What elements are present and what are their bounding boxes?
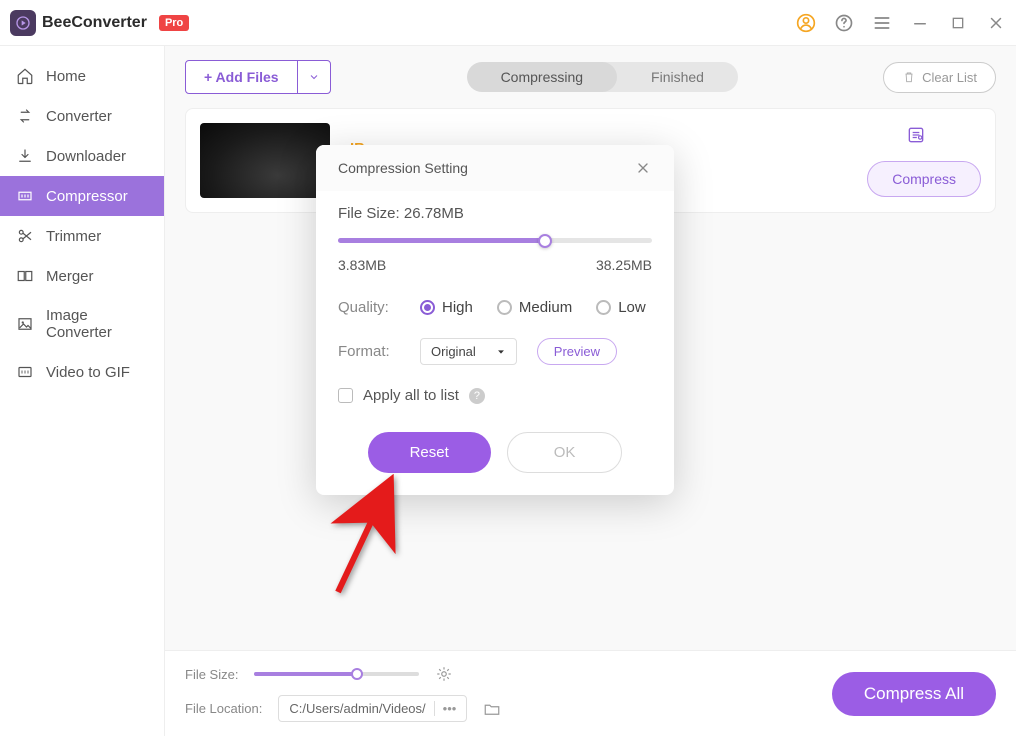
quality-low-radio[interactable]: Low <box>596 299 646 316</box>
open-folder-icon[interactable] <box>483 700 501 718</box>
add-files-label[interactable]: + Add Files <box>186 61 297 93</box>
modal-file-size: File Size: 26.78MB <box>338 205 652 222</box>
minimize-icon[interactable] <box>910 13 930 33</box>
sidebar-label: Compressor <box>46 188 128 205</box>
tab-compressing[interactable]: Compressing <box>467 62 617 92</box>
download-icon <box>16 147 34 165</box>
pro-badge: Pro <box>159 15 189 31</box>
format-value: Original <box>431 344 476 359</box>
titlebar: BeeConverter Pro <box>0 0 1016 46</box>
file-location-label: File Location: <box>185 701 262 716</box>
clear-list-label: Clear List <box>922 70 977 85</box>
slider-min: 3.83MB <box>338 257 386 273</box>
sidebar-item-compressor[interactable]: Compressor <box>0 176 164 216</box>
merger-icon <box>16 267 34 285</box>
preview-button[interactable]: Preview <box>537 338 617 365</box>
sidebar-item-downloader[interactable]: Downloader <box>0 136 164 176</box>
file-location-field[interactable]: C:/Users/admin/Videos/ ••• <box>278 695 467 722</box>
maximize-icon[interactable] <box>948 13 968 33</box>
compress-button[interactable]: Compress <box>867 161 981 197</box>
chevron-down-icon <box>496 347 506 357</box>
close-icon[interactable] <box>986 13 1006 33</box>
sidebar-item-home[interactable]: Home <box>0 56 164 96</box>
sidebar-item-merger[interactable]: Merger <box>0 256 164 296</box>
apply-all-label: Apply all to list <box>363 387 459 404</box>
sidebar-label: Home <box>46 68 86 85</box>
compression-setting-modal: Compression Setting File Size: 26.78MB 3… <box>316 145 674 495</box>
location-more-icon[interactable]: ••• <box>434 701 457 716</box>
sidebar-item-video-to-gif[interactable]: Video to GIF <box>0 352 164 392</box>
location-value: C:/Users/admin/Videos/ <box>289 701 425 716</box>
apply-all-help-icon[interactable]: ? <box>469 388 485 404</box>
quality-medium-radio[interactable]: Medium <box>497 299 572 316</box>
format-label: Format: <box>338 343 400 360</box>
quality-radio-group: High Medium Low <box>420 299 646 316</box>
tab-finished[interactable]: Finished <box>617 62 738 92</box>
sidebar-label: Video to GIF <box>46 364 130 381</box>
sidebar-label: Image Converter <box>46 307 148 341</box>
sidebar-label: Downloader <box>46 148 126 165</box>
apply-all-checkbox[interactable] <box>338 388 353 403</box>
menu-icon[interactable] <box>872 13 892 33</box>
file-size-label: File Size: <box>185 667 238 682</box>
status-tabs: Compressing Finished <box>467 62 738 92</box>
sidebar-label: Merger <box>46 268 94 285</box>
format-select[interactable]: Original <box>420 338 517 365</box>
sidebar-label: Trimmer <box>46 228 101 245</box>
sidebar-item-trimmer[interactable]: Trimmer <box>0 216 164 256</box>
app-logo: BeeConverter Pro <box>10 10 189 36</box>
sidebar-item-image-converter[interactable]: Image Converter <box>0 296 164 352</box>
help-icon[interactable] <box>834 13 854 33</box>
titlebar-controls <box>796 13 1006 33</box>
global-size-slider[interactable] <box>254 672 419 676</box>
logo-icon <box>10 10 36 36</box>
compression-slider[interactable] <box>338 238 652 243</box>
toolbar: + Add Files Compressing Finished Clear L… <box>165 46 1016 108</box>
video-thumbnail <box>200 123 330 198</box>
quality-label: Quality: <box>338 299 400 316</box>
file-settings-icon[interactable] <box>906 125 926 145</box>
quality-high-radio[interactable]: High <box>420 299 473 316</box>
bottom-bar: File Size: File Location: C:/Users/admin… <box>165 650 1016 736</box>
gif-icon <box>16 363 34 381</box>
compressor-icon <box>16 187 34 205</box>
image-icon <box>16 315 34 333</box>
add-files-button[interactable]: + Add Files <box>185 60 331 94</box>
reset-button[interactable]: Reset <box>368 432 491 473</box>
user-icon[interactable] <box>796 13 816 33</box>
home-icon <box>16 67 34 85</box>
modal-title: Compression Setting <box>338 160 468 176</box>
compress-all-button[interactable]: Compress All <box>832 672 996 716</box>
gear-icon[interactable] <box>435 665 453 683</box>
add-files-dropdown[interactable] <box>297 61 330 93</box>
trimmer-icon <box>16 227 34 245</box>
sidebar: Home Converter Downloader Compressor Tri… <box>0 46 165 736</box>
sidebar-item-converter[interactable]: Converter <box>0 96 164 136</box>
app-name: BeeConverter <box>42 14 147 32</box>
slider-max: 38.25MB <box>596 257 652 273</box>
converter-icon <box>16 107 34 125</box>
ok-button[interactable]: OK <box>507 432 623 473</box>
modal-close-icon[interactable] <box>634 159 652 177</box>
trash-icon <box>902 70 916 84</box>
sidebar-label: Converter <box>46 108 112 125</box>
clear-list-button[interactable]: Clear List <box>883 62 996 93</box>
